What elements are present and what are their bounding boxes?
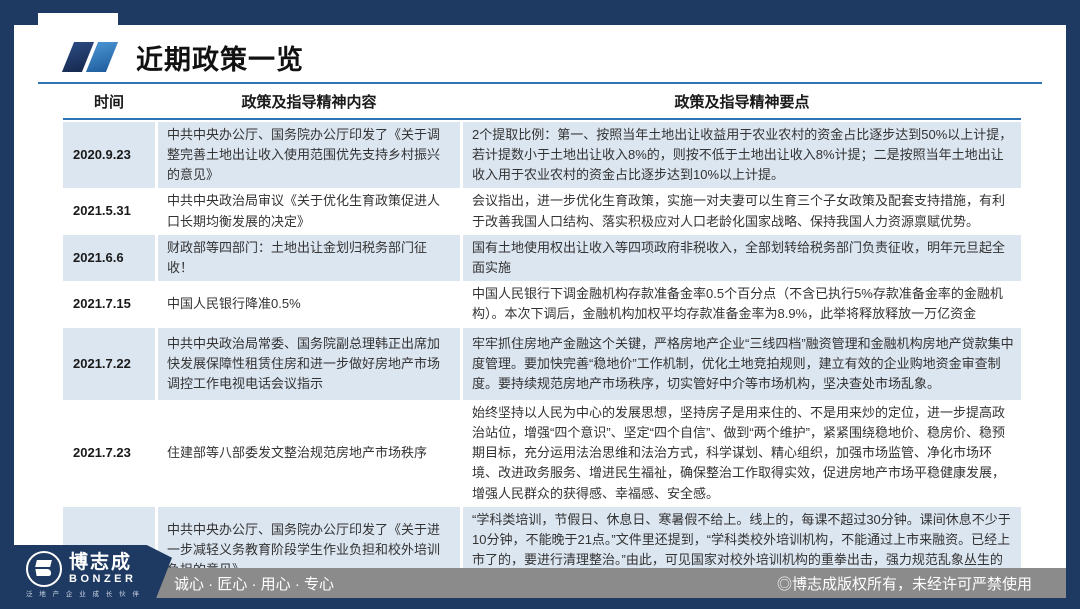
row-points: 中国人民银行下调金融机构存款准备金率0.5个百分点（不含已执行5%存款准备金率的…: [463, 281, 1021, 328]
logo-glyph-top: [35, 560, 52, 567]
row-content: 住建部等八部委发文整治规范房地产市场秩序: [158, 400, 460, 507]
logo-name-en: BONZER: [69, 574, 136, 585]
row-date: 2021.7.23: [63, 400, 155, 507]
row-date: 2020.9.23: [63, 122, 155, 188]
logo-name-cn: 博志成: [69, 553, 136, 572]
footer-copyright: ◎博志成版权所有，未经许可严禁使用: [777, 573, 1032, 594]
column-header-content: 政策及指导精神内容: [158, 91, 460, 112]
column-header-time: 时间: [63, 91, 155, 112]
table-row: 2021.7.23 住建部等八部委发文整治规范房地产市场秩序 始终坚持以人民为中…: [63, 400, 1021, 507]
column-header-points: 政策及指导精神要点: [463, 91, 1021, 112]
row-date: 2021.7.15: [63, 281, 155, 328]
slide-panel: 近期政策一览 时间 政策及指导精神内容 政策及指导精神要点 2020.9.23 …: [14, 25, 1066, 598]
policy-table: 2020.9.23 中共中央办公厅、国务院办公厅印发了《关于调整完善土地出让收入…: [63, 122, 1021, 595]
bonzer-logo-icon: [26, 551, 62, 587]
row-points: 始终坚持以人民为中心的发展思想，坚持房子是用来住的、不是用来炒的定位，进一步提高…: [463, 400, 1021, 507]
row-points: 2个提取比例：第一、按照当年土地出让收益用于农业农村的资金占比逐步达到50%以上…: [463, 122, 1021, 188]
table-row: 2021.7.15 中国人民银行降准0.5% 中国人民银行下调金融机构存款准备金…: [63, 281, 1021, 328]
row-date: 2021.6.6: [63, 235, 155, 281]
table-row: 2021.6.6 财政部等四部门：土地出让金划归税务部门征收！ 国有土地使用权出…: [63, 235, 1021, 281]
footer-slogan: 诚心 · 匠心 · 用心 · 专心: [174, 573, 334, 594]
page-title: 近期政策一览: [136, 38, 304, 77]
row-content: 中共中央政治局常委、国务院副总理韩正出席加快发展保障性租赁住房和进一步做好房地产…: [158, 328, 460, 400]
table-top-border: [63, 118, 1021, 120]
logo-text-block: 博志成 BONZER: [69, 553, 136, 585]
row-date: 2021.7.22: [63, 328, 155, 400]
slide-header: 近期政策一览: [38, 37, 304, 77]
title-underline: [38, 82, 1042, 84]
table-row: 2021.5.31 中共中央政治局审议《关于优化生育政策促进人口长期均衡发展的决…: [63, 188, 1021, 234]
table-row: 2020.9.23 中共中央办公厅、国务院办公厅印发了《关于调整完善土地出让收入…: [63, 122, 1021, 188]
row-points: 国有土地使用权出让收入等四项政府非税收入，全部划转给税务部门负责征收，明年元旦起…: [463, 235, 1021, 281]
footer-gray-bar: 诚心 · 匠心 · 用心 · 专心 ◎博志成版权所有，未经许可严禁使用: [140, 568, 1066, 598]
bonzer-logo: 博志成 BONZER: [26, 551, 136, 587]
footer-logo-banner: 博志成 BONZER 泛 地 产 企 业 成 长 伙 伴: [14, 545, 172, 598]
row-content: 中国人民银行降准0.5%: [158, 281, 460, 328]
logo-glyph-bottom: [35, 569, 51, 576]
row-content: 中共中央政治局审议《关于优化生育政策促进人口长期均衡发展的决定》: [158, 188, 460, 234]
row-content: 中共中央办公厅、国务院办公厅印发了《关于调整完善土地出让收入使用范围优先支持乡村…: [158, 122, 460, 188]
row-content: 财政部等四部门：土地出让金划归税务部门征收！: [158, 235, 460, 281]
logo-tagline: 泛 地 产 企 业 成 长 伙 伴: [26, 588, 141, 598]
row-points: 会议指出，进一步优化生育政策，实施一对夫妻可以生育三个子女政策及配套支持措施，有…: [463, 188, 1021, 234]
double-slash-logo-icon: [62, 42, 118, 72]
table-row: 2021.7.22 中共中央政治局常委、国务院副总理韩正出席加快发展保障性租赁住…: [63, 328, 1021, 400]
row-date: 2021.5.31: [63, 188, 155, 234]
row-points: 牢牢抓住房地产金融这个关键，严格房地产企业“三线四档”融资管理和金融机构房地产贷…: [463, 328, 1021, 400]
table-header-row: 时间 政策及指导精神内容 政策及指导精神要点: [63, 91, 1021, 112]
